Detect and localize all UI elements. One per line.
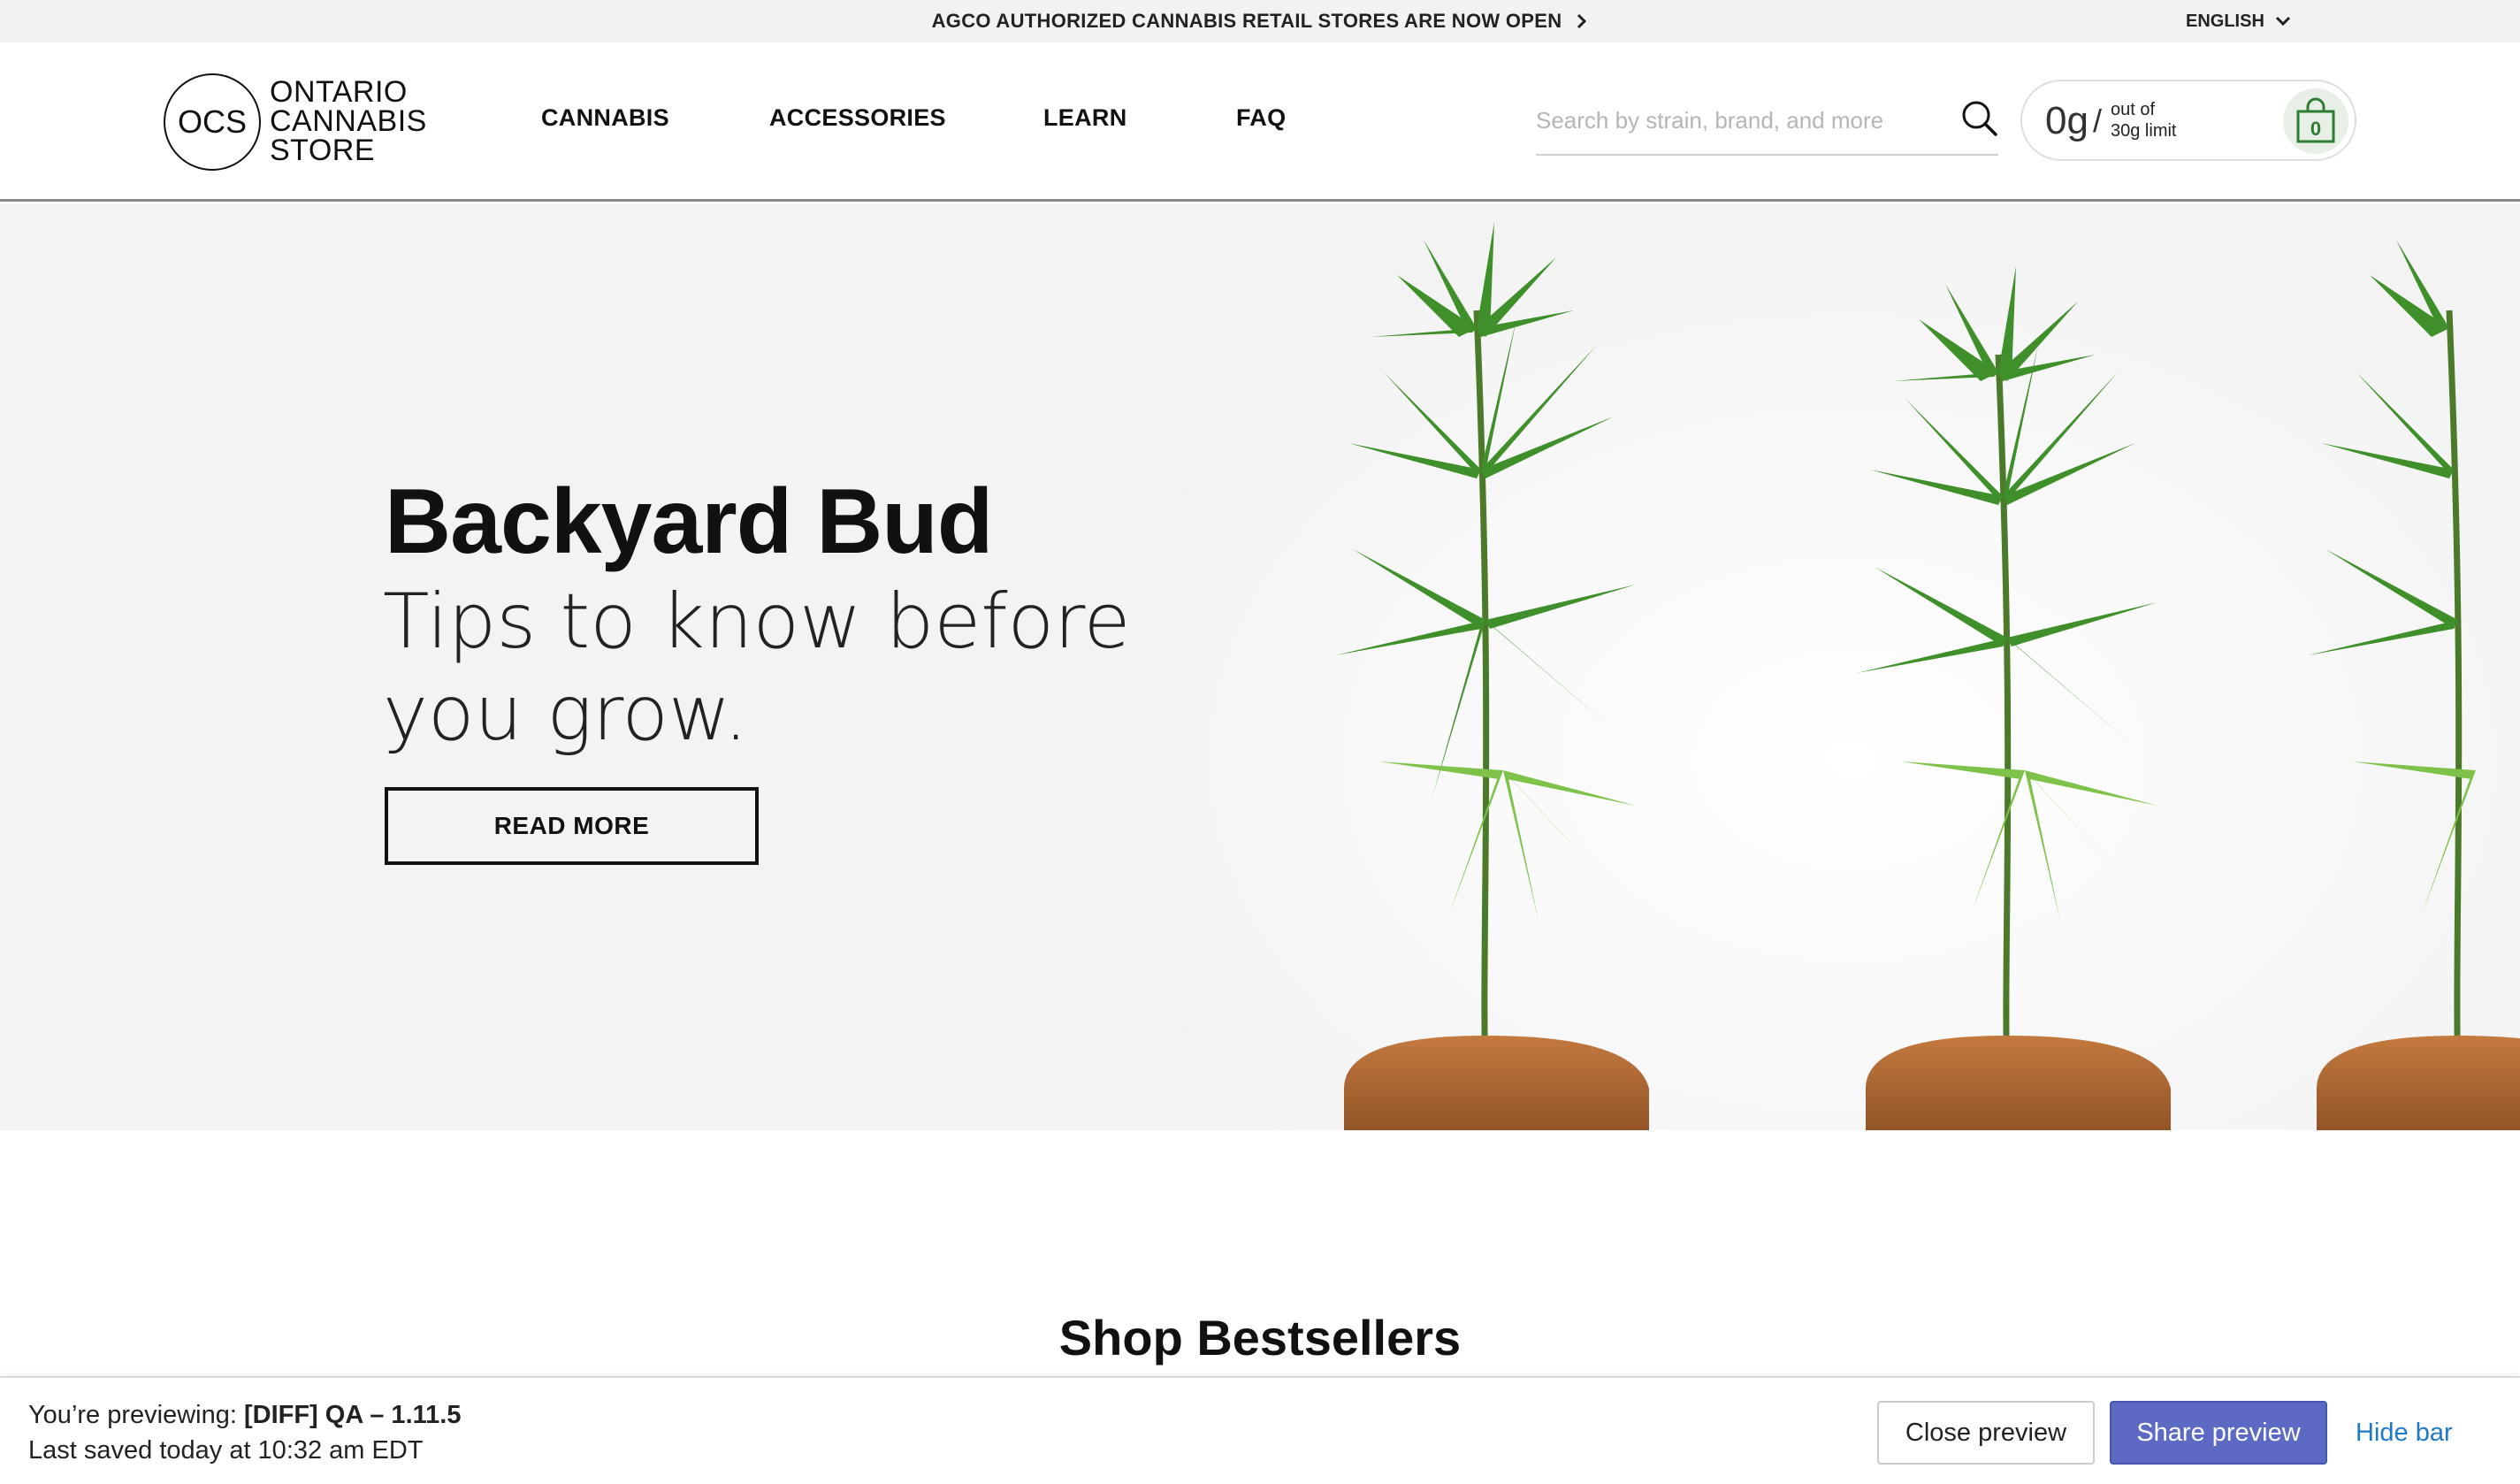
nav-item-faq[interactable]: FAQ	[1236, 104, 1286, 132]
nav-item-accessories[interactable]: ACCESSORIES	[769, 104, 946, 132]
language-label[interactable]: ENGLISH	[2186, 11, 2264, 32]
logo-line-2: CANNABIS	[270, 104, 427, 138]
last-saved-text: Last saved today at 10:32 am EDT	[28, 1436, 424, 1465]
logo-line-1: ONTARIO	[270, 75, 408, 109]
chevron-right-icon	[1577, 13, 1587, 29]
logo-mark: OCS	[164, 73, 261, 171]
hero-title: Backyard Bud	[385, 470, 993, 573]
cart-limit: out of 30g limit	[2111, 99, 2176, 142]
read-more-button[interactable]: READ MORE	[385, 787, 759, 865]
cart-limit-line-2: 30g limit	[2111, 121, 2177, 141]
cart-amount: 0g	[2045, 99, 2089, 142]
language-selector[interactable]: ENGLISH	[2186, 0, 2291, 42]
hide-bar-link[interactable]: Hide bar	[2356, 1401, 2453, 1465]
preview-prefix: You’re previewing:	[28, 1401, 244, 1429]
cannabis-plants-image	[1185, 204, 2520, 1130]
hero-banner: Backyard Bud Tips to know before you gro…	[0, 204, 2520, 1130]
cart-count: 0	[2310, 118, 2321, 140]
preview-bar: You’re previewing: [DIFF] QA – 1.11.5 La…	[0, 1376, 2520, 1484]
preview-theme-name: [DIFF] QA – 1.11.5	[243, 1401, 462, 1429]
chevron-down-icon	[2275, 16, 2290, 27]
announcement-link[interactable]: AGCO AUTHORIZED CANNABIS RETAIL STORES A…	[0, 0, 2520, 42]
search-icon[interactable]	[1960, 99, 1999, 138]
nav-item-cannabis[interactable]: CANNABIS	[541, 104, 669, 132]
search-bar	[1536, 83, 1998, 156]
logo-line-3: STORE	[270, 134, 376, 167]
ocs-logo[interactable]: OCS ONTARIO CANNABIS STORE	[164, 71, 447, 172]
shopping-bag-button[interactable]: 0	[2283, 88, 2348, 154]
section-title: Shop Bestsellers	[1058, 1310, 1462, 1365]
search-input[interactable]	[1536, 103, 1925, 138]
announcement-bar: AGCO AUTHORIZED CANNABIS RETAIL STORES A…	[0, 0, 2520, 42]
close-preview-button[interactable]: Close preview	[1877, 1401, 2095, 1465]
nav-item-learn[interactable]: LEARN	[1043, 104, 1127, 132]
cart-separator: /	[2093, 103, 2103, 139]
hero-subtitle: Tips to know before you grow.	[383, 578, 1131, 758]
shopping-bag-icon: 0	[2296, 97, 2335, 143]
announcement-text[interactable]: AGCO AUTHORIZED CANNABIS RETAIL STORES A…	[932, 10, 1562, 33]
logo-wordmark: ONTARIO CANNABIS STORE	[270, 75, 427, 167]
share-preview-button[interactable]: Share preview	[2110, 1401, 2327, 1465]
cart-widget[interactable]: 0g / out of 30g limit 0	[2020, 80, 2356, 161]
preview-status: You’re previewing: [DIFF] QA – 1.11.5	[28, 1401, 461, 1430]
cart-limit-line-1: out of	[2111, 100, 2156, 119]
